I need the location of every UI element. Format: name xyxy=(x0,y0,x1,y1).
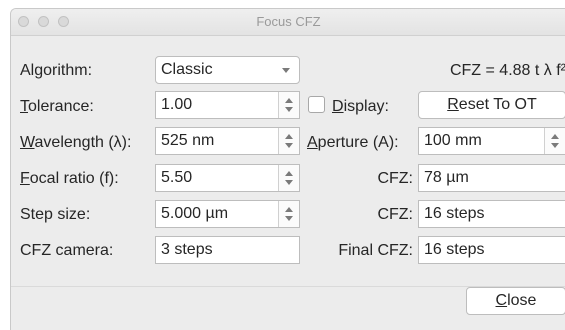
algorithm-value: Classic xyxy=(161,61,213,78)
final-cfz-label: Final CFZ: xyxy=(338,242,413,259)
wavelength-spinbox[interactable]: 525 nm xyxy=(155,127,300,155)
focus-cfz-dialog: Focus CFZ Algorithm: Classic CFZ = 4.88 … xyxy=(10,8,565,330)
close-button[interactable]: Close xyxy=(466,287,565,315)
step-size-stepper-icon[interactable] xyxy=(278,201,299,227)
cfz-steps-field: 16 steps xyxy=(418,200,565,228)
tolerance-spinbox[interactable]: 1.00 xyxy=(155,91,300,119)
focal-ratio-label: Focal ratio (f): xyxy=(20,170,119,187)
reset-to-ot-button[interactable]: Reset To OT xyxy=(418,91,565,119)
cfz-steps-label: CFZ: xyxy=(377,206,413,223)
cfz-camera-field: 3 steps xyxy=(155,236,300,264)
wavelength-stepper-icon[interactable] xyxy=(278,128,299,154)
tolerance-stepper-icon[interactable] xyxy=(278,92,299,118)
aperture-spinbox[interactable]: 100 mm xyxy=(418,127,565,155)
final-cfz-field: 16 steps xyxy=(418,236,565,264)
focal-ratio-spinbox[interactable]: 5.50 xyxy=(155,164,300,192)
wavelength-label: Wavelength (λ): xyxy=(20,134,132,151)
cfz-um-label: CFZ: xyxy=(377,170,413,187)
aperture-value: 100 mm xyxy=(424,132,482,149)
title-bar[interactable]: Focus CFZ xyxy=(11,9,565,36)
wavelength-value: 525 nm xyxy=(161,132,215,149)
algorithm-select[interactable]: Classic xyxy=(155,56,300,84)
tolerance-value: 1.00 xyxy=(161,96,193,113)
aperture-label: Aperture (A): xyxy=(307,134,399,151)
step-size-value: 5.000 µm xyxy=(161,205,229,222)
display-label: Display: xyxy=(332,98,389,115)
cfz-um-field: 78 µm xyxy=(418,164,565,192)
step-size-label: Step size: xyxy=(20,206,91,223)
aperture-stepper-icon[interactable] xyxy=(544,128,565,154)
focal-ratio-stepper-icon[interactable] xyxy=(278,165,299,191)
window-title: Focus CFZ xyxy=(256,14,321,29)
focal-ratio-value: 5.50 xyxy=(161,169,193,186)
display-checkbox[interactable] xyxy=(308,96,325,113)
tolerance-label: Tolerance: xyxy=(20,98,94,115)
cfz-camera-label: CFZ camera: xyxy=(20,242,114,259)
step-size-spinbox[interactable]: 5.000 µm xyxy=(155,200,300,228)
algorithm-label: Algorithm: xyxy=(20,62,93,79)
chevron-down-icon xyxy=(282,68,290,73)
cfz-formula: CFZ = 4.88 t λ f² xyxy=(449,62,565,79)
